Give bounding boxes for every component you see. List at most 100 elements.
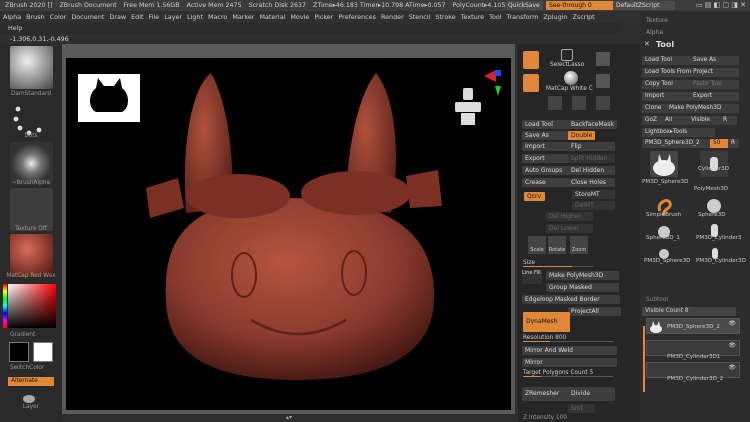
menu-macro[interactable]: Macro <box>208 13 227 21</box>
menu-texture[interactable]: Texture <box>461 13 484 21</box>
copy-tool-btn[interactable]: Copy Tool <box>642 80 691 89</box>
load-tool-button[interactable]: Load Tool <box>522 120 569 129</box>
brush-thumbnail[interactable] <box>10 46 53 89</box>
subtool-row-1[interactable]: PM3D_Sphere3D_2 👁 <box>646 318 740 334</box>
menu-tool[interactable]: Tool <box>489 13 501 21</box>
layer-icon[interactable] <box>22 390 36 403</box>
save-as-btn[interactable]: Save As <box>690 56 739 65</box>
material-thumbnail[interactable] <box>10 234 53 277</box>
del-lower-button[interactable]: Del Lower <box>546 224 593 233</box>
group-masked-button[interactable]: Group Masked <box>546 283 619 292</box>
linefill-button[interactable]: Line Fill <box>522 270 542 284</box>
visible-count-slider[interactable]: Visible Count 8 <box>642 307 736 316</box>
draw-icon[interactable] <box>548 96 562 110</box>
move-brush-icon[interactable] <box>596 52 610 66</box>
all-btn[interactable]: All <box>662 116 689 125</box>
dynamesh-button[interactable]: DynaMesh <box>523 312 570 332</box>
menu-brush[interactable]: Brush <box>26 13 44 21</box>
tool-thumb-pm3d-cylinder[interactable] <box>700 219 728 245</box>
menu-stencil[interactable]: Stencil <box>409 13 431 21</box>
flip-button[interactable]: Flip <box>568 142 615 151</box>
menu-stroke[interactable]: Stroke <box>435 13 455 21</box>
clone-btn[interactable]: Clone <box>642 104 667 113</box>
tool-thumb-pm3d-sphere-b[interactable] <box>650 243 678 269</box>
alpha-tray-label[interactable]: Alpha <box>646 29 663 36</box>
menu-draw[interactable]: Draw <box>109 13 126 21</box>
main-color-swatch[interactable] <box>9 342 29 362</box>
split-hidden-button[interactable]: Split Hidden <box>568 154 615 163</box>
menu-edit[interactable]: Edit <box>131 13 143 21</box>
make-polymesh3d-btn[interactable]: Make PolyMesh3D <box>666 104 739 113</box>
menu-color[interactable]: Color <box>50 13 67 21</box>
delmt-button[interactable]: DelMT <box>572 201 615 210</box>
rotate-button[interactable]: Rotate <box>548 236 566 254</box>
crease-button[interactable]: Crease <box>522 178 569 187</box>
see-through-slider[interactable]: See-through 0 <box>546 1 616 10</box>
smooth-icon[interactable] <box>572 96 586 110</box>
qcrv-button[interactable]: Qcrv <box>524 192 545 201</box>
paste-tool-btn[interactable]: Paste Tool <box>690 80 739 89</box>
eye-icon[interactable]: 👁 <box>728 320 736 327</box>
backfacemask-button[interactable]: BackfaceMask <box>568 120 617 129</box>
color-picker[interactable] <box>8 284 56 328</box>
import-btn[interactable]: Import <box>642 92 691 101</box>
eye-icon[interactable]: 👁 <box>728 364 736 371</box>
double-button[interactable]: Double <box>568 131 595 140</box>
smt-button[interactable]: Smt <box>568 404 595 413</box>
menu-marker[interactable]: Marker <box>232 13 254 21</box>
local-symmetry-icon[interactable] <box>523 51 539 69</box>
alpha-thumbnail[interactable] <box>10 142 53 185</box>
menu-render[interactable]: Render <box>381 13 404 21</box>
menu-document[interactable]: Document <box>71 13 104 21</box>
collapse-icon[interactable]: ✕ <box>644 40 656 48</box>
visible-btn[interactable]: Visible <box>688 116 721 125</box>
menu-movie[interactable]: Movie <box>290 13 309 21</box>
menu-material[interactable]: Material <box>259 13 285 21</box>
mirror-button[interactable]: Mirror <box>522 358 617 367</box>
subtool-row-2[interactable]: PM3D_Cylinder3D1 👁 <box>646 340 740 360</box>
help-menu[interactable]: Help <box>8 25 22 32</box>
matcap-white-thumbnail[interactable] <box>564 71 578 85</box>
zremesher-button[interactable]: ZRemesher <box>522 387 569 401</box>
eye-icon[interactable]: 👁 <box>728 342 736 349</box>
tool-thumb-cylinder[interactable] <box>700 151 728 177</box>
document-canvas[interactable] <box>66 58 511 410</box>
subtool-row-3[interactable]: PM3D_Cylinder3D_2 👁 <box>646 362 740 382</box>
subtool-header[interactable]: Subtool <box>646 297 668 303</box>
projectall-button[interactable]: ProjectAll <box>568 307 621 316</box>
scale-button[interactable]: Scale <box>528 236 546 254</box>
load-tool-btn[interactable]: Load Tool <box>642 56 691 65</box>
menu-file[interactable]: File <box>149 13 160 21</box>
menu-light[interactable]: Light <box>187 13 203 21</box>
tool-thumb-sphere3d-1[interactable] <box>650 219 678 245</box>
window-controls[interactable]: ▭ ▤ ◧ ▢ ◨ ✕ <box>676 1 746 10</box>
menu-zscript[interactable]: Zscript <box>573 13 595 21</box>
lightbox-tools-btn[interactable]: Lightbox▸Tools <box>642 128 715 137</box>
alternate-button[interactable]: Alternate <box>8 377 54 386</box>
menu-transform[interactable]: Transform <box>507 13 539 21</box>
divide-button[interactable]: Divide <box>568 387 615 401</box>
menu-picker[interactable]: Picker <box>314 13 333 21</box>
clay-brush-icon[interactable] <box>596 74 610 88</box>
close-holes-button[interactable]: Close Holes <box>568 178 615 187</box>
make-polymesh3d-button[interactable]: Make PolyMesh3D <box>546 271 619 280</box>
selectlasso-icon[interactable] <box>561 49 573 61</box>
current-tool-r[interactable]: R <box>728 139 739 148</box>
save-as-button[interactable]: Save As <box>522 131 569 140</box>
export-button[interactable]: Export <box>522 154 569 163</box>
default-zscript-button[interactable]: DefaultZScript <box>613 1 675 10</box>
zoom-button[interactable]: Zoom <box>570 236 588 254</box>
auto-groups-button[interactable]: Auto Groups <box>522 166 569 175</box>
menu-alpha[interactable]: Alpha <box>3 13 21 21</box>
menu-preferences[interactable]: Preferences <box>338 13 376 21</box>
size-slider[interactable]: Size <box>523 259 593 267</box>
load-tools-from-project-btn[interactable]: Load Tools From Project <box>642 68 739 77</box>
tool-thumb-pm3d-sphere[interactable] <box>650 151 678 177</box>
menu-layer[interactable]: Layer <box>164 13 182 21</box>
edit-icon[interactable] <box>523 74 539 92</box>
del-hidden-button[interactable]: Del Hidden <box>568 166 615 175</box>
export-btn[interactable]: Export <box>690 92 739 101</box>
switchcolor-button[interactable]: SwitchColor <box>10 365 68 371</box>
texture-tray-label[interactable]: Texture <box>646 17 668 24</box>
canvas-scroll-arrows[interactable]: ▴▾ <box>286 414 298 421</box>
